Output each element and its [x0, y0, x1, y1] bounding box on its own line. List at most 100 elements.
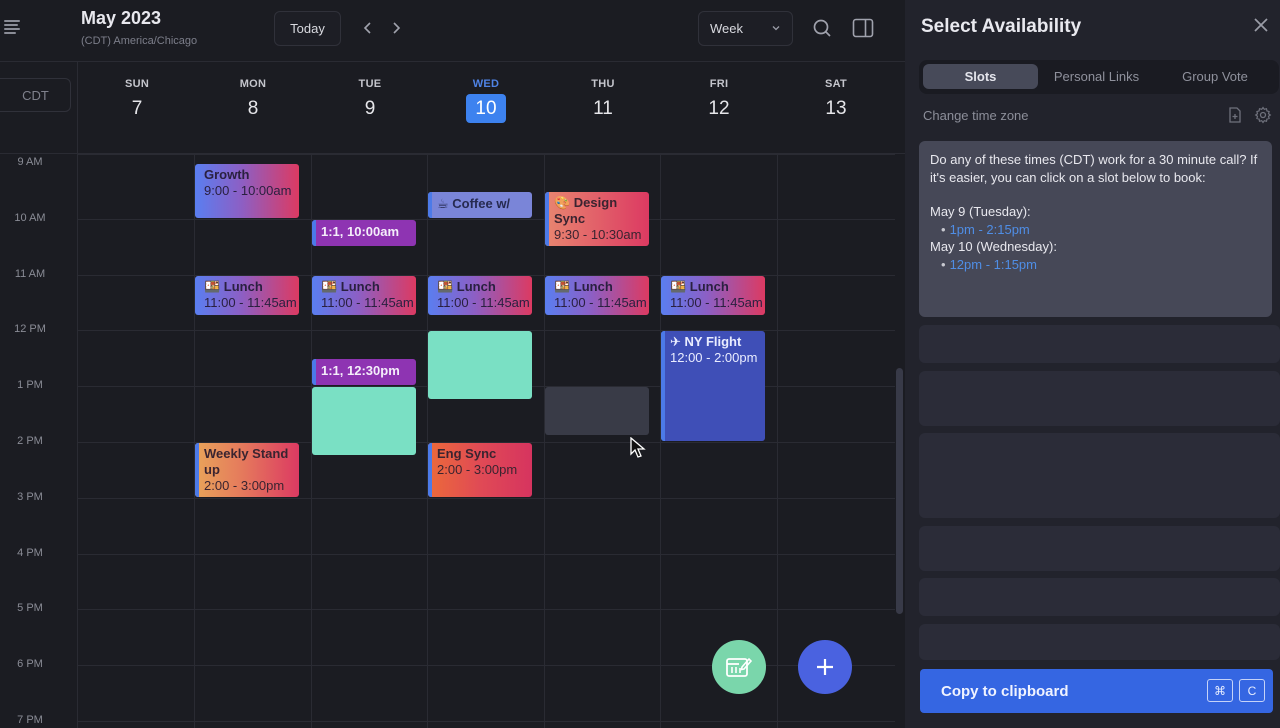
calendar-event[interactable]: 1:1, 10:00am: [312, 219, 416, 246]
calendar-event[interactable]: ✈ NY Flight 12:00 - 2:00pm: [661, 331, 765, 441]
event-title: Eng Sync: [437, 446, 497, 461]
calendar-event[interactable]: 🍱 Lunch 11:00 - 11:45am: [195, 275, 299, 316]
event-time: 11:00 - 11:45am: [204, 294, 297, 310]
day-header-sun[interactable]: SUN 7: [79, 62, 195, 154]
hour-label: 2 PM: [17, 435, 43, 447]
calendar-event[interactable]: Weekly Stand up 2:00 - 3:00pm: [195, 443, 299, 497]
event-title: ✈ NY Flight: [670, 334, 742, 350]
hover-slot-preview[interactable]: [545, 387, 649, 436]
event-title: 🍱 Lunch: [437, 278, 496, 294]
event-time: 2:00 - 3:00pm: [437, 462, 518, 477]
slot-link[interactable]: 12pm - 1:15pm: [950, 257, 1037, 272]
hour-label: 4 PM: [17, 546, 43, 559]
day-of-week: WED: [472, 78, 500, 90]
add-file-button[interactable]: [1226, 106, 1244, 124]
hour-label: 6 PM: [17, 658, 43, 671]
timezone-chip[interactable]: CDT: [0, 78, 71, 112]
timezone-label: (CDT) America/Chicago: [81, 35, 198, 47]
placeholder-card: [919, 325, 1280, 363]
gear-icon: [1254, 106, 1272, 124]
calendar-edit-icon: [726, 657, 753, 677]
event-time: 9:00 - 10:00am: [204, 183, 292, 198]
calendar-event[interactable]: 🎨 Design Sync 9:30 - 10:30am: [545, 191, 649, 246]
change-timezone-link[interactable]: Change time zone: [923, 108, 1029, 123]
event-title: Growth: [204, 167, 250, 182]
month-title: May 2023: [81, 8, 162, 28]
calendar-event[interactable]: 🍱 Lunch 11:00 - 11:45am: [428, 275, 532, 316]
calendar-event[interactable]: 🍱 Lunch 11:00 - 11:45am: [545, 275, 649, 316]
hour-gridline: [78, 609, 895, 611]
sidebar-toggle-icon: [852, 18, 874, 38]
day-number: 13: [825, 98, 847, 119]
next-week-button[interactable]: [386, 16, 406, 40]
calendar-toolbar: May 2023 (CDT) America/Chicago Today Wee…: [0, 0, 905, 62]
panel-toggle-button[interactable]: [852, 17, 874, 39]
copy-button-label: Copy to clipboard: [941, 682, 1069, 700]
day-number: 10: [466, 94, 506, 123]
calendar-event[interactable]: Eng Sync 2:00 - 3:00pm: [428, 443, 532, 497]
day-number: 8: [247, 98, 259, 119]
calendar-scrollbar[interactable]: [896, 368, 903, 614]
calendar-event[interactable]: 1:1, 12:30pm: [312, 359, 416, 386]
chevron-left-icon: [363, 22, 371, 34]
tab-personal-links[interactable]: Personal Links: [1039, 64, 1154, 89]
column-divider: [427, 154, 428, 728]
calendar-event[interactable]: 🍱 Lunch 11:00 - 11:45am: [312, 275, 416, 316]
day-header-fri[interactable]: FRI 12: [661, 62, 777, 154]
day-number: 7: [131, 98, 143, 119]
menu-icon[interactable]: [4, 20, 22, 34]
event-title: 🍱 Lunch: [554, 278, 613, 294]
day-header-thu[interactable]: THU 11: [545, 62, 661, 154]
message-group-heading: May 10 (Wednesday):: [930, 239, 1057, 254]
column-divider: [777, 154, 778, 728]
close-icon: [1254, 18, 1268, 32]
add-event-fab-button[interactable]: [798, 640, 852, 694]
close-panel-button[interactable]: [1252, 16, 1270, 34]
availability-slot[interactable]: [428, 331, 532, 400]
day-header-tue[interactable]: TUE 9: [312, 62, 428, 154]
placeholder-card: [919, 371, 1280, 426]
tab-slots[interactable]: Slots: [923, 64, 1038, 89]
app-window: May 2023 (CDT) America/Chicago Today Wee…: [0, 0, 1280, 728]
search-button[interactable]: [811, 17, 833, 39]
placeholder-card: [919, 433, 1280, 518]
chevron-down-icon: [772, 26, 780, 31]
event-time: 11:00 - 11:45am: [670, 294, 763, 310]
day-header-mon[interactable]: MON 8: [195, 62, 311, 154]
hour-label: 7 PM: [17, 714, 43, 726]
calendar-event[interactable]: ☕ Coffee w/: [428, 191, 532, 218]
prev-week-button[interactable]: [358, 16, 378, 40]
event-title: 🍱 Lunch: [321, 278, 380, 294]
day-of-week: TUE: [358, 78, 382, 90]
event-time: 2:00 - 3:00pm: [204, 478, 285, 493]
settings-button[interactable]: [1254, 106, 1272, 124]
slot-link[interactable]: 1pm - 2:15pm: [950, 222, 1030, 237]
day-of-week: MON: [239, 78, 267, 90]
hour-gridline: [78, 553, 895, 555]
scheduler-fab-button[interactable]: [712, 640, 766, 694]
search-icon: [813, 19, 831, 37]
day-header-wed[interactable]: WED 10: [428, 62, 544, 154]
hour-label: 3 PM: [17, 490, 43, 503]
today-button[interactable]: Today: [274, 11, 341, 46]
availability-slot[interactable]: [312, 387, 416, 455]
calendar-event[interactable]: Growth 9:00 - 10:00am: [195, 164, 299, 218]
chevron-right-icon: [393, 22, 401, 34]
day-number: 9: [364, 98, 376, 119]
calendar-event[interactable]: 🍱 Lunch 11:00 - 11:45am: [661, 275, 765, 316]
event-time: 12:00 - 2:00pm: [670, 350, 758, 366]
time-grid[interactable]: 9 AM 10 AM 11 AM 12 PM 1 PM 2 PM 3 PM 4 PM 5 PM 6…: [0, 154, 895, 728]
copy-to-clipboard-button[interactable]: Copy to clipboard ⌘ C: [920, 669, 1273, 713]
kbd-c-key: C: [1239, 679, 1265, 702]
placeholder-card: [919, 578, 1280, 616]
availability-message[interactable]: Do any of these times (CDT) work for a 3…: [919, 141, 1272, 317]
event-title: ☕ Coffee w/: [437, 195, 511, 211]
day-number: 11: [593, 98, 613, 119]
hour-label: 1 PM: [17, 379, 43, 392]
view-select[interactable]: Week: [698, 11, 793, 46]
hour-label: 11 AM: [14, 267, 46, 280]
day-number: 12: [708, 98, 730, 119]
tab-group-vote[interactable]: Group Vote: [1155, 64, 1275, 89]
day-header-sat[interactable]: SAT 13: [778, 62, 894, 154]
message-intro: Do any of these times (CDT) work for a 3…: [930, 152, 1258, 185]
